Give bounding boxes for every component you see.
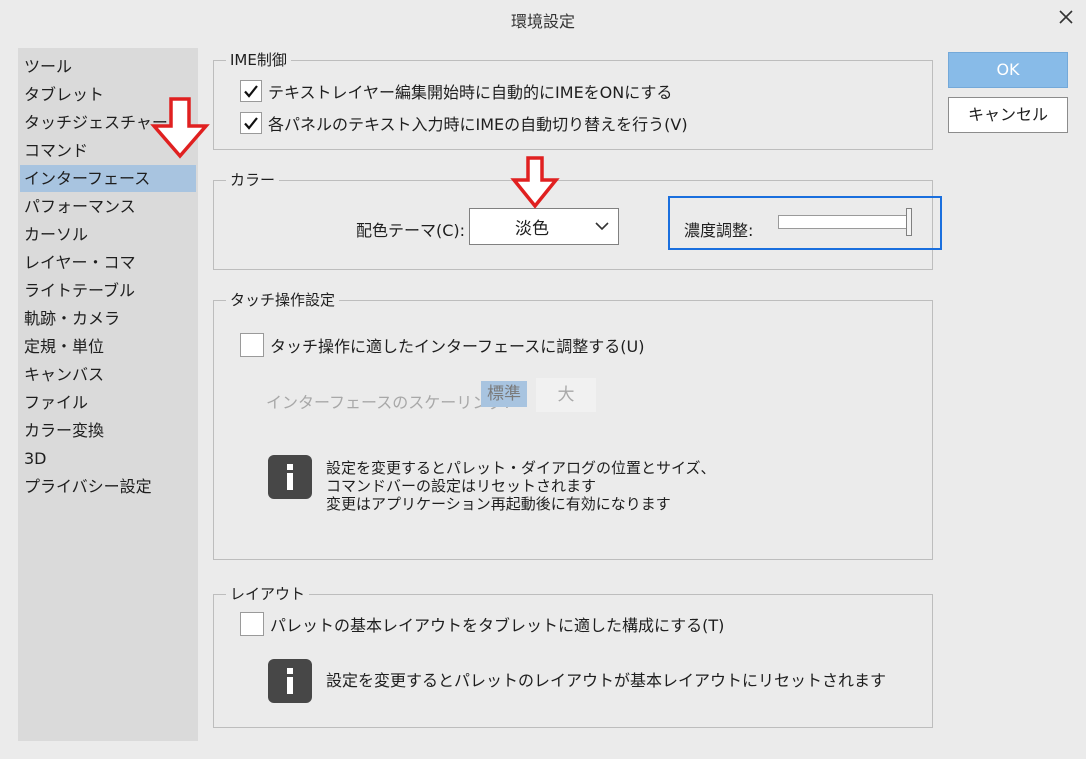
sidebar-item-ruler-unit[interactable]: 定規・単位 — [20, 333, 196, 360]
touch-group: タッチ操作設定 タッチ操作に適したインターフェースに調整する(U) インターフェ… — [213, 291, 933, 560]
layout-group: レイアウト パレットの基本レイアウトをタブレットに適した構成にする(T) 設定を… — [213, 585, 933, 728]
ok-button[interactable]: OK — [948, 52, 1068, 88]
annotation-arrow-down-icon — [510, 156, 560, 209]
color-theme-label: 配色テーマ(C): — [356, 221, 466, 240]
touch-adjust-checkbox[interactable] — [240, 333, 264, 357]
window-title: 環境設定 — [510, 12, 575, 31]
ime-auto-on-checkbox[interactable] — [240, 80, 262, 102]
sidebar-item-cursor[interactable]: カーソル — [20, 221, 196, 248]
sidebar-item-file[interactable]: ファイル — [20, 389, 196, 416]
ime-auto-on-label: テキストレイヤー編集開始時に自動的にIMEをONにする — [268, 83, 673, 102]
ime-auto-switch-label: 各パネルのテキスト入力時にIMEの自動切り替えを行う(V) — [268, 115, 688, 134]
touch-adjust-label: タッチ操作に適したインターフェースに調整する(U) — [270, 337, 645, 356]
touch-adjust-option[interactable]: タッチ操作に適したインターフェースに調整する(U) — [240, 333, 644, 357]
info-icon — [268, 455, 312, 499]
close-icon — [1059, 10, 1073, 24]
close-button[interactable] — [1052, 4, 1080, 30]
sidebar-item-canvas[interactable]: キャンバス — [20, 361, 196, 388]
layout-group-title: レイアウト — [226, 585, 310, 603]
sidebar-item-tool[interactable]: ツール — [20, 53, 196, 80]
density-slider-thumb[interactable] — [906, 208, 912, 236]
ime-auto-switch-checkbox[interactable] — [240, 112, 262, 134]
sidebar-item-3d[interactable]: 3D — [20, 445, 196, 472]
layout-tablet-label: パレットの基本レイアウトをタブレットに適した構成にする(T) — [270, 616, 725, 635]
chevron-down-icon — [595, 222, 609, 231]
info-icon — [268, 659, 312, 703]
color-group-title: カラー — [226, 171, 280, 189]
sidebar-item-color-conversion[interactable]: カラー変換 — [20, 417, 196, 444]
color-theme-select[interactable]: 淡色 — [469, 208, 619, 245]
ime-group: IME制御 テキストレイヤー編集開始時に自動的にIMEをONにする 各パネルのテ… — [213, 51, 933, 150]
touch-group-title: タッチ操作設定 — [226, 291, 340, 309]
scaling-label: インターフェースのスケーリング: — [266, 393, 510, 412]
sidebar-item-layer-frame[interactable]: レイヤー・コマ — [20, 249, 196, 276]
touch-info-line-2: コマンドバーの設定はリセットされます — [326, 477, 597, 495]
checkmark-icon — [244, 85, 258, 98]
sidebar-item-performance[interactable]: パフォーマンス — [20, 193, 196, 220]
title-bar: 環境設定 — [0, 0, 1086, 36]
annotation-arrow-down-icon — [150, 97, 210, 159]
layout-info-text: 設定を変更するとパレットのレイアウトが基本レイアウトにリセットされます — [326, 671, 887, 690]
sidebar-item-light-table[interactable]: ライトテーブル — [20, 277, 196, 304]
ime-auto-switch-option[interactable]: 各パネルのテキスト入力時にIMEの自動切り替えを行う(V) — [240, 111, 688, 135]
checkmark-icon — [244, 117, 258, 130]
layout-tablet-option[interactable]: パレットの基本レイアウトをタブレットに適した構成にする(T) — [240, 612, 724, 636]
scaling-large-option[interactable]: 大 — [536, 378, 596, 412]
touch-info-line-1: 設定を変更するとパレット・ダイアログの位置とサイズ、 — [326, 459, 716, 477]
density-slider-track[interactable] — [778, 215, 912, 229]
color-group: カラー 配色テーマ(C): 淡色 濃度調整: — [213, 171, 942, 270]
sidebar-item-privacy[interactable]: プライバシー設定 — [20, 473, 196, 500]
scaling-standard-option[interactable]: 標準 — [481, 381, 527, 407]
ime-auto-on-option[interactable]: テキストレイヤー編集開始時に自動的にIMEをONにする — [240, 79, 672, 103]
touch-info-line-3: 変更はアプリケーション再起動後に有効になります — [326, 495, 671, 513]
sidebar-item-interface[interactable]: インターフェース — [20, 165, 196, 192]
cancel-button[interactable]: キャンセル — [948, 97, 1068, 133]
density-label: 濃度調整: — [684, 221, 754, 240]
ime-group-title: IME制御 — [226, 51, 291, 69]
layout-tablet-checkbox[interactable] — [240, 612, 264, 636]
sidebar-item-path-camera[interactable]: 軌跡・カメラ — [20, 305, 196, 332]
